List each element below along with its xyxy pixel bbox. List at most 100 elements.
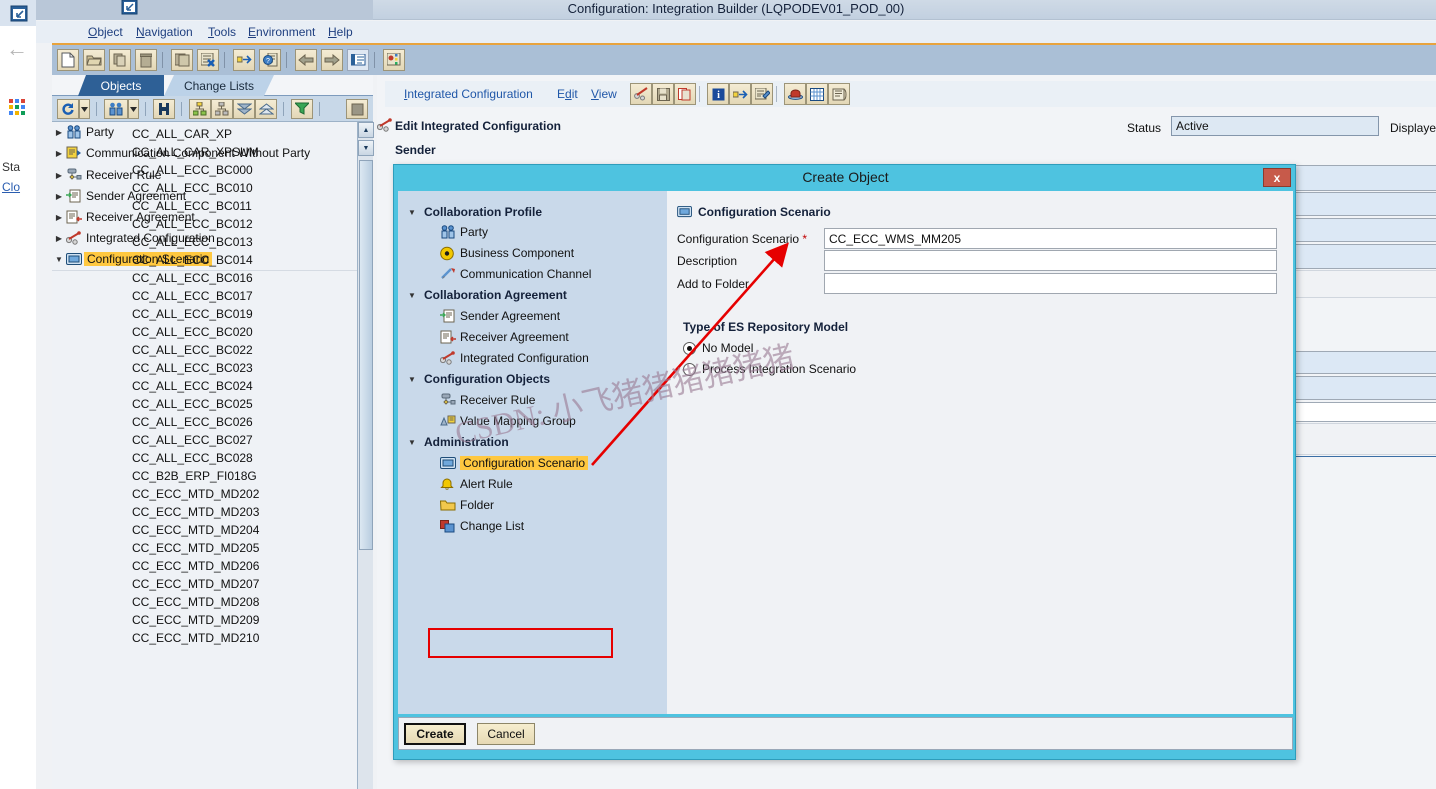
dialog-item-value-mapping-group[interactable]: Value Mapping Group xyxy=(440,412,576,430)
scenario-list-item[interactable]: CC_ALL_ECC_BC016 xyxy=(132,271,253,289)
copy-icon[interactable] xyxy=(109,49,131,71)
close-side-link[interactable]: Clo xyxy=(2,180,20,194)
new-icon[interactable] xyxy=(57,49,79,71)
dialog-object-type-tree[interactable]: ▼ Collaboration Profile Party Business C… xyxy=(398,191,667,714)
scenario-list-item[interactable]: CC_ALL_ECC_BC023 xyxy=(132,361,253,379)
radio-button-icon[interactable] xyxy=(683,341,696,355)
save-all-icon[interactable] xyxy=(171,49,193,71)
list-icon[interactable] xyxy=(806,83,828,105)
scenario-list-item[interactable]: CC_ALL_ECC_BC022 xyxy=(132,343,253,361)
menu-view[interactable]: View xyxy=(591,87,617,101)
apps-grid-icon[interactable] xyxy=(8,98,27,117)
scenario-list-item[interactable]: CC_ALL_ECC_BC024 xyxy=(132,379,253,397)
dialog-item-business-component[interactable]: Business Component xyxy=(440,244,574,262)
navigate-object-icon[interactable] xyxy=(729,83,751,105)
collapse-arrow-icon[interactable]: ▼ xyxy=(408,438,424,447)
tree-scrollbar[interactable]: ▲ ▼ xyxy=(357,122,374,789)
menu-help[interactable]: Help xyxy=(328,25,353,39)
expand-arrow-icon[interactable]: ▶ xyxy=(52,234,66,243)
dialog-group-collaboration-agreement[interactable]: ▼ Collaboration Agreement xyxy=(408,286,567,304)
scenario-list-item[interactable]: CC_ALL_ECC_BC012 xyxy=(132,217,253,235)
dialog-item-receiver-rule[interactable]: Receiver Rule xyxy=(440,391,535,409)
scenario-list-item[interactable]: CC_ALL_ECC_BC028 xyxy=(132,451,253,469)
menu-tools[interactable]: Tools xyxy=(208,25,236,39)
forward-arrow-icon[interactable] xyxy=(321,49,343,71)
close-icon[interactable]: x xyxy=(1263,168,1291,187)
dialog-item-receiver-agreement[interactable]: Receiver Agreement xyxy=(440,328,569,346)
dialog-group-collaboration-profile[interactable]: ▼ Collaboration Profile xyxy=(408,203,542,221)
filter-icon[interactable] xyxy=(291,99,313,119)
description-input[interactable] xyxy=(824,250,1277,271)
browser-back-icon[interactable]: ← xyxy=(6,38,28,60)
window-restore-icon[interactable] xyxy=(8,4,30,24)
scenario-list-item[interactable]: CC_ECC_MTD_MD210 xyxy=(132,631,259,649)
scenario-list-item[interactable]: CC_ALL_ECC_BC026 xyxy=(132,415,253,433)
scenario-list-item[interactable]: CC_ECC_MTD_MD205 xyxy=(132,541,259,559)
check-icon[interactable] xyxy=(784,83,806,105)
expand-arrow-icon[interactable]: ▶ xyxy=(52,171,66,180)
information-icon[interactable]: i xyxy=(707,83,729,105)
where-used-icon[interactable]: ? xyxy=(259,49,281,71)
dialog-group-administration[interactable]: ▼ Administration xyxy=(408,433,509,451)
dialog-item-configuration-scenario[interactable]: Configuration Scenario xyxy=(440,454,589,472)
scrollbar-thumb[interactable] xyxy=(359,160,373,550)
collapse-all-icon[interactable] xyxy=(233,99,255,119)
scenario-list-item[interactable]: CC_ALL_ECC_BC019 xyxy=(132,307,253,325)
scenario-list-item[interactable]: CC_ALL_ECC_BC025 xyxy=(132,397,253,415)
dialog-group-configuration-objects[interactable]: ▼ Configuration Objects xyxy=(408,370,550,388)
object-tree[interactable]: ▶ Party ▶ Communication Component Withou… xyxy=(52,122,373,789)
scenario-list-item[interactable]: CC_ECC_MTD_MD209 xyxy=(132,613,259,631)
radio-process-integration-scenario[interactable]: Process Integration Scenario xyxy=(683,362,856,376)
menu-object[interactable]: Object xyxy=(88,25,123,39)
scenario-list-item[interactable]: CC_ALL_CAR_XPSUM xyxy=(132,145,259,163)
scenario-list-item[interactable]: CC_ALL_ECC_BC011 xyxy=(132,199,252,217)
scenario-list-item[interactable]: CC_ECC_MTD_MD203 xyxy=(132,505,259,523)
cancel-button[interactable]: Cancel xyxy=(477,723,535,745)
expand-tree-icon[interactable] xyxy=(189,99,211,119)
log-icon[interactable] xyxy=(828,83,850,105)
search-binoculars-icon[interactable] xyxy=(153,99,175,119)
scenario-list-item[interactable]: CC_ALL_ECC_BC014 xyxy=(132,253,253,271)
menu-edit[interactable]: Edit xyxy=(557,87,578,101)
create-button[interactable]: Create xyxy=(404,723,466,745)
expand-arrow-icon[interactable]: ▶ xyxy=(52,149,66,158)
collapse-arrow-icon[interactable]: ▼ xyxy=(52,255,66,264)
activate-icon[interactable] xyxy=(197,49,219,71)
stop-icon[interactable] xyxy=(346,99,368,119)
scenario-list-item[interactable]: CC_ECC_MTD_MD206 xyxy=(132,559,259,577)
tab-change-lists[interactable]: Change Lists xyxy=(164,75,274,96)
menu-integrated-configuration[interactable]: Integrated Configuration xyxy=(404,87,533,101)
open-folder-icon[interactable] xyxy=(83,49,105,71)
find-objects-icon[interactable] xyxy=(104,99,128,119)
collapse-tree-icon[interactable] xyxy=(211,99,233,119)
refresh-icon[interactable] xyxy=(57,99,79,119)
radio-button-icon[interactable] xyxy=(683,362,696,376)
properties-icon[interactable] xyxy=(347,49,369,71)
configuration-scenario-input[interactable] xyxy=(824,228,1277,249)
scenario-list-item[interactable]: CC_ALL_ECC_BC010 xyxy=(132,181,253,199)
expand-arrow-icon[interactable]: ▶ xyxy=(52,213,66,222)
back-arrow-icon[interactable] xyxy=(295,49,317,71)
find-dropdown-icon[interactable] xyxy=(128,99,139,119)
save-icon[interactable] xyxy=(652,83,674,105)
expand-arrow-icon[interactable]: ▶ xyxy=(52,128,66,137)
copy-object-icon[interactable] xyxy=(674,83,696,105)
scenario-list-item[interactable]: CC_ECC_MTD_MD204 xyxy=(132,523,259,541)
tab-objects[interactable]: Objects xyxy=(78,75,164,96)
expand-arrow-icon[interactable]: ▶ xyxy=(52,192,66,201)
cache-refresh-icon[interactable] xyxy=(383,49,405,71)
display-change-icon[interactable] xyxy=(751,83,773,105)
scenario-list-item[interactable]: CC_ALL_CAR_XP xyxy=(132,127,232,145)
scenario-list-item[interactable]: CC_ALL_ECC_BC013 xyxy=(132,235,253,253)
scenario-list-item[interactable]: CC_B2B_ERP_FI018G xyxy=(132,469,257,487)
menu-environment[interactable]: Environment xyxy=(248,25,315,39)
scenario-list-item[interactable]: CC_ALL_ECC_BC020 xyxy=(132,325,253,343)
dialog-item-integrated-configuration[interactable]: Integrated Configuration xyxy=(440,349,589,367)
dialog-item-change-list[interactable]: Change List xyxy=(440,517,524,535)
dialog-item-alert-rule[interactable]: Alert Rule xyxy=(440,475,513,493)
collapse-arrow-icon[interactable]: ▼ xyxy=(408,291,424,300)
scenario-list-item[interactable]: CC_ALL_ECC_BC000 xyxy=(132,163,253,181)
collapse-arrow-icon[interactable]: ▼ xyxy=(408,208,424,217)
expand-all-icon[interactable] xyxy=(255,99,277,119)
dialog-item-sender-agreement[interactable]: Sender Agreement xyxy=(440,307,560,325)
